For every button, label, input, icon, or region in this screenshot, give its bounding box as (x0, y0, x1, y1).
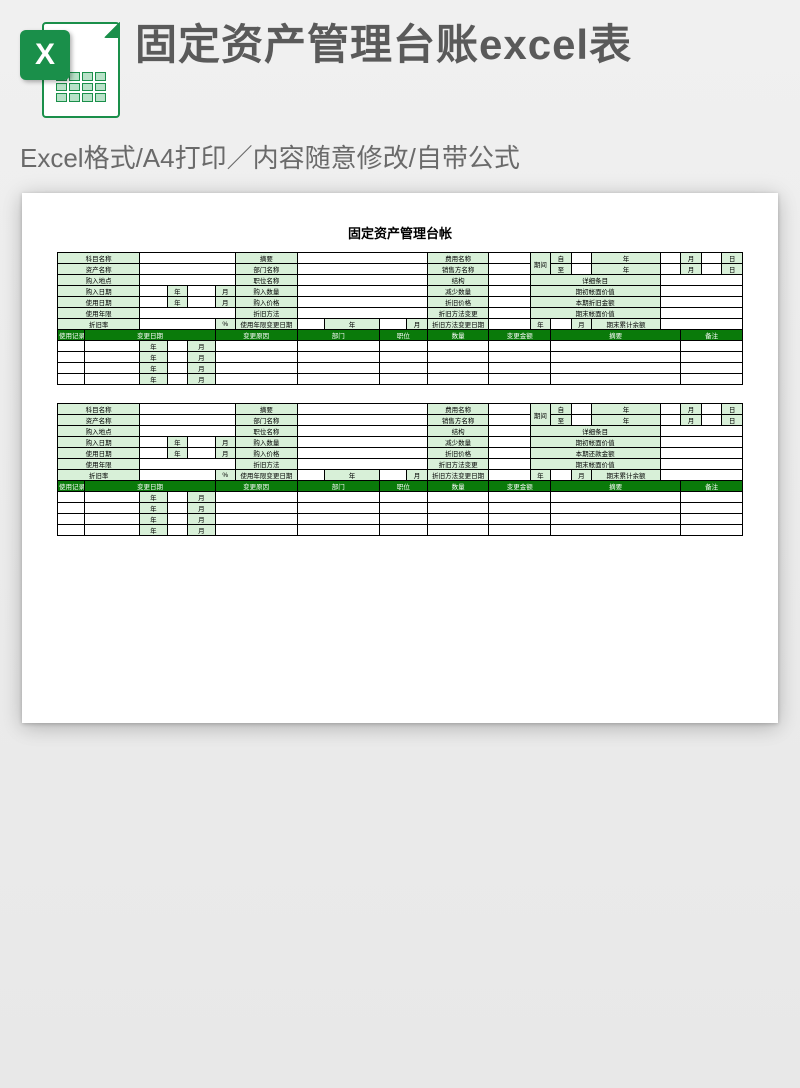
excel-badge: X (20, 30, 70, 80)
page-subtitle: Excel格式/A4打印／内容随意修改/自带公式 (0, 130, 800, 193)
table-row: 年月 (58, 492, 743, 503)
ledger-table: 科目名称 摘要 费用名称 期间 自年月日 资产名称 部门名称 销售方名称 至年月… (57, 252, 743, 385)
header: X 固定资产管理台账excel表 (0, 0, 800, 130)
table-row: 年月 (58, 352, 743, 363)
table-row: 年月 (58, 503, 743, 514)
table-row: 年月 (58, 374, 743, 385)
table-row: 年月 (58, 525, 743, 536)
document-title: 固定资产管理台帐 (57, 223, 743, 242)
excel-icon: X (20, 20, 120, 120)
table-row: 年月 (58, 363, 743, 374)
page-title: 固定资产管理台账excel表 (135, 20, 632, 70)
document-preview: 固定资产管理台帐 科目名称 摘要 费用名称 期间 自年月日 资产名称 部门名称 … (22, 193, 778, 723)
table-row: 年月 (58, 341, 743, 352)
ledger-block: 科目名称 摘要 费用名称 期间 自年月日 资产名称 部门名称 销售方名称 至年月… (57, 403, 743, 536)
table-row: 年月 (58, 514, 743, 525)
ledger-block: 科目名称 摘要 费用名称 期间 自年月日 资产名称 部门名称 销售方名称 至年月… (57, 252, 743, 385)
ledger-table: 科目名称 摘要 费用名称 期间 自年月日 资产名称 部门名称 销售方名称 至年月… (57, 403, 743, 536)
